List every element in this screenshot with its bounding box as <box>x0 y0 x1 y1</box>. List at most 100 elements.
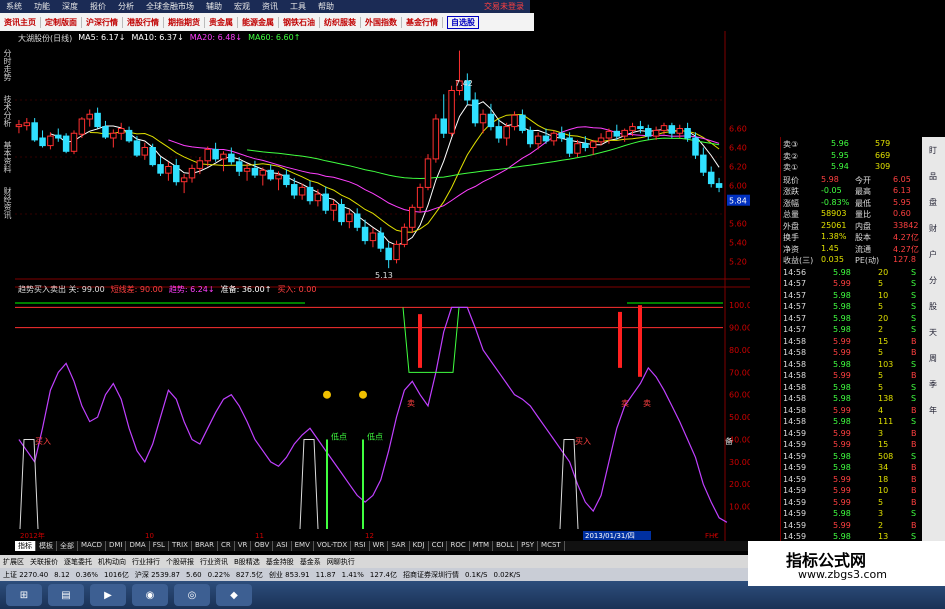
quick-tab-5[interactable]: 贵金属 <box>205 16 238 28</box>
quick-tab-4[interactable]: 期指期货 <box>164 16 205 28</box>
tick-row: 14:59 5.99 10 B <box>783 486 921 497</box>
quick-tab-9[interactable]: 外国指数 <box>361 16 402 28</box>
side-tab-7[interactable]: 天 <box>926 327 940 339</box>
indicator-tab-22[interactable]: BOLL <box>493 541 519 551</box>
indicator-tab-13[interactable]: EMV <box>292 541 314 551</box>
menu-item-3[interactable]: 报价 <box>84 1 112 12</box>
menu-item-0[interactable]: 系统 <box>0 1 28 12</box>
browser-icon[interactable]: ◉ <box>132 584 168 606</box>
date-label: FH€ <box>705 532 719 540</box>
menu-item-5[interactable]: 全球金融市场 <box>140 1 200 12</box>
indicator-tab-3[interactable]: MACD <box>78 541 106 551</box>
left-tab-3[interactable]: 财经资讯 <box>2 187 13 219</box>
menu-item-9[interactable]: 工具 <box>284 1 312 12</box>
menu-item-6[interactable]: 辅助 <box>200 1 228 12</box>
side-tab-8[interactable]: 周 <box>926 353 940 365</box>
quick-tab-8[interactable]: 纺织服装 <box>320 16 361 28</box>
indicator-tab-23[interactable]: PSY <box>518 541 539 551</box>
tick-time: 14:57 <box>783 302 807 311</box>
indicator-tab-5[interactable]: DMA <box>126 541 150 551</box>
extension-tab-10[interactable]: 网聊执行 <box>324 557 358 567</box>
side-tab-2[interactable]: 盘 <box>926 197 940 209</box>
extension-tab-4[interactable]: 行业排行 <box>129 557 163 567</box>
indicator-tab-10[interactable]: VR <box>235 541 252 551</box>
left-tab-0[interactable]: 分时走势 <box>2 49 13 81</box>
indicator-tab-7[interactable]: TRIX <box>169 541 192 551</box>
indicator-tab-8[interactable]: BRAR <box>192 541 218 551</box>
quick-tab-1[interactable]: 定制版面 <box>41 16 82 28</box>
extension-tab-8[interactable]: 基金持股 <box>263 557 297 567</box>
extension-tab-5[interactable]: 个股研报 <box>163 557 197 567</box>
indicator-tab-17[interactable]: SAR <box>388 541 410 551</box>
indicator-tab-18[interactable]: KDJ <box>410 541 429 551</box>
extension-tab-9[interactable]: 基金系 <box>297 557 324 567</box>
quick-tab-0[interactable]: 资讯主页 <box>0 16 41 28</box>
menu-item-2[interactable]: 深度 <box>56 1 84 12</box>
quick-tab-3[interactable]: 港股行情 <box>123 16 164 28</box>
side-tab-10[interactable]: 年 <box>926 405 940 417</box>
stat-value: 1.45 <box>821 243 839 253</box>
indicator-tab-24[interactable]: MCST <box>538 541 565 551</box>
menu-item-4[interactable]: 分析 <box>112 1 140 12</box>
indicator-tab-15[interactable]: RSI <box>351 541 370 551</box>
menu-item-8[interactable]: 资讯 <box>256 1 284 12</box>
extension-tab-6[interactable]: 行业资讯 <box>197 557 231 567</box>
menu-item-7[interactable]: 宏观 <box>228 1 256 12</box>
extension-tab-0[interactable]: 扩展区 <box>0 557 27 567</box>
indicator-tab-19[interactable]: CCI <box>429 541 448 551</box>
extension-tab-2[interactable]: 逐笔委托 <box>61 557 95 567</box>
indicator-tab-0[interactable]: 指标 <box>15 541 36 551</box>
tick-time: 14:58 <box>783 394 807 403</box>
quick-tab-7[interactable]: 钢铁石油 <box>279 16 320 28</box>
quick-tab-6[interactable]: 能源金属 <box>238 16 279 28</box>
ind-legend-item-3: 准备: 36.00↑ <box>220 285 272 294</box>
stat-row: 收益(三) 0.035 PE(动) 127.8 <box>783 255 921 266</box>
high-label: 7.42 <box>455 79 473 88</box>
tick-volume: 15 <box>878 440 889 449</box>
app-icon[interactable]: ◆ <box>216 584 252 606</box>
left-tab-1[interactable]: 技术分析 <box>2 95 13 127</box>
indicator-tab-4[interactable]: DMI <box>106 541 127 551</box>
indicator-tab-12[interactable]: ASI <box>273 541 292 551</box>
indicator-tab-9[interactable]: CR <box>218 541 235 551</box>
tick-price: 5.98 <box>833 463 851 472</box>
ma-legend: 大湖股份(日线) MA5: 6.17↓ MA10: 6.37↓ MA20: 6.48↓… <box>18 33 300 45</box>
side-tab-1[interactable]: 品 <box>926 171 940 183</box>
tick-row: 14:58 5.98 111 S <box>783 417 921 428</box>
left-tab-2[interactable]: 基本资料 <box>2 141 13 173</box>
side-tab-5[interactable]: 分 <box>926 275 940 287</box>
tick-price: 5.98 <box>833 451 851 461</box>
watchlist-button[interactable]: 自选股 <box>447 15 479 29</box>
start-button[interactable]: ⊞ <box>6 584 42 606</box>
trade-login-status[interactable]: 交易未登录 <box>478 1 530 12</box>
indicator-tab-1[interactable]: 模板 <box>36 541 57 551</box>
side-tab-3[interactable]: 财 <box>926 223 940 235</box>
chrome-icon[interactable]: ◎ <box>174 584 210 606</box>
extension-tab-3[interactable]: 机构动向 <box>95 557 129 567</box>
quick-tab-2[interactable]: 沪深行情 <box>82 16 123 28</box>
extension-tab-7[interactable]: B股精选 <box>231 557 263 567</box>
indicator-tab-2[interactable]: 全部 <box>57 541 78 551</box>
media-icon[interactable]: ▶ <box>90 584 126 606</box>
menu-item-1[interactable]: 功能 <box>28 1 56 12</box>
tick-price: 5.98 <box>833 325 851 334</box>
indicator-tab-20[interactable]: ROC <box>447 541 470 551</box>
tick-row: 14:59 5.98 34 B <box>783 463 921 474</box>
folder-icon[interactable]: ▤ <box>48 584 84 606</box>
indicator-tab-14[interactable]: VOL-TDX <box>314 541 352 551</box>
menu-item-10[interactable]: 帮助 <box>312 1 340 12</box>
ask-row: 卖③ 5.96 579 <box>783 139 921 150</box>
side-tab-9[interactable]: 季 <box>926 379 940 391</box>
side-tab-0[interactable]: 盯 <box>926 145 940 157</box>
indicator-tab-11[interactable]: OBV <box>251 541 274 551</box>
tick-time: 14:59 <box>783 451 807 461</box>
indicator-tab-21[interactable]: MTM <box>470 541 494 551</box>
quick-tab-10[interactable]: 基金行情 <box>402 16 443 28</box>
indicator-tab-16[interactable]: WR <box>370 541 389 551</box>
ma-legend-item-2: MA10: 6.37↓ <box>131 33 184 42</box>
extension-tab-1[interactable]: 关联报价 <box>27 557 61 567</box>
buy-label: 买入 <box>575 437 591 446</box>
side-tab-4[interactable]: 户 <box>926 249 940 261</box>
side-tab-6[interactable]: 股 <box>926 301 940 313</box>
indicator-tab-6[interactable]: FSL <box>150 541 169 551</box>
